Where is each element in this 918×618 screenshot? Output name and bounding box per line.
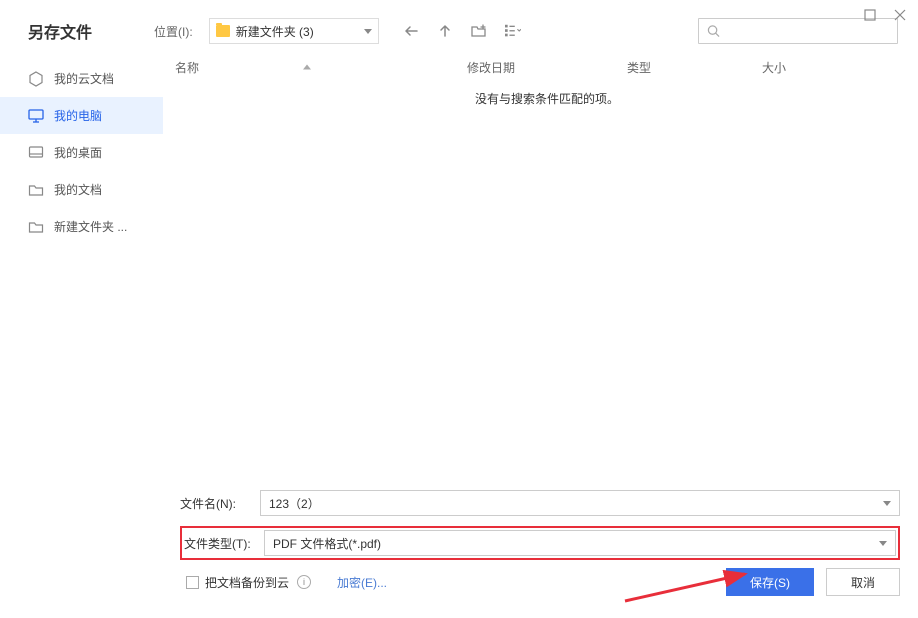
- view-options-button[interactable]: [505, 23, 521, 39]
- sort-indicator-icon: [303, 65, 311, 70]
- column-date[interactable]: 修改日期: [463, 59, 623, 76]
- info-icon[interactable]: i: [297, 575, 311, 589]
- empty-message: 没有与搜索条件匹配的项。: [475, 82, 918, 107]
- filename-dropdown[interactable]: 123（2）: [260, 490, 900, 516]
- encrypt-link[interactable]: 加密(E)...: [337, 574, 387, 591]
- location-dropdown[interactable]: 新建文件夹 (3): [209, 18, 379, 44]
- columns-header: 名称 修改日期 类型 大小: [163, 52, 918, 82]
- filetype-highlight: 文件类型(T): PDF 文件格式(*.pdf): [180, 526, 900, 560]
- sidebar-item-label: 新建文件夹 ...: [54, 218, 127, 235]
- sidebar-item-label: 我的桌面: [54, 144, 102, 161]
- location-value: 新建文件夹 (3): [236, 23, 358, 40]
- folder-icon: [216, 25, 230, 37]
- up-button[interactable]: [437, 23, 453, 39]
- new-folder-button[interactable]: [471, 23, 487, 39]
- checkbox-icon: [186, 576, 199, 589]
- monitor-icon: [28, 108, 44, 124]
- sidebar: 我的云文档 我的电脑 我的桌面 我的文档 新建文件夹 ...: [0, 52, 163, 490]
- sidebar-item-label: 我的电脑: [54, 107, 102, 124]
- cloud-icon: [28, 71, 44, 87]
- close-button[interactable]: [894, 8, 906, 24]
- filename-value: 123（2）: [269, 495, 320, 512]
- back-button[interactable]: [403, 23, 419, 39]
- backup-checkbox[interactable]: 把文档备份到云: [186, 574, 289, 591]
- filetype-value: PDF 文件格式(*.pdf): [273, 535, 381, 552]
- column-size[interactable]: 大小: [758, 59, 786, 76]
- column-type[interactable]: 类型: [623, 59, 758, 76]
- chevron-down-icon: [364, 29, 372, 34]
- dialog-title: 另存文件: [28, 19, 92, 43]
- save-button[interactable]: 保存(S): [726, 568, 814, 596]
- folder-icon: [28, 182, 44, 198]
- chevron-down-icon: [883, 501, 891, 506]
- sidebar-item-desktop[interactable]: 我的桌面: [0, 134, 163, 171]
- sidebar-item-my-computer[interactable]: 我的电脑: [0, 97, 163, 134]
- sidebar-item-label: 我的云文档: [54, 70, 114, 87]
- filetype-label: 文件类型(T):: [184, 535, 264, 552]
- location-label: 位置(I):: [154, 23, 193, 40]
- sidebar-item-documents[interactable]: 我的文档: [0, 171, 163, 208]
- cancel-button[interactable]: 取消: [826, 568, 900, 596]
- chevron-down-icon: [879, 541, 887, 546]
- backup-label: 把文档备份到云: [205, 574, 289, 591]
- filetype-dropdown[interactable]: PDF 文件格式(*.pdf): [264, 530, 896, 556]
- sidebar-item-label: 我的文档: [54, 181, 102, 198]
- maximize-button[interactable]: [864, 8, 876, 24]
- folder-icon: [28, 219, 44, 235]
- desktop-icon: [28, 145, 44, 161]
- search-icon: [707, 24, 720, 38]
- sidebar-item-new-folder[interactable]: 新建文件夹 ...: [0, 208, 163, 245]
- search-input[interactable]: [720, 24, 889, 38]
- sidebar-item-cloud-docs[interactable]: 我的云文档: [0, 60, 163, 97]
- filename-label: 文件名(N):: [180, 495, 260, 512]
- column-name[interactable]: 名称: [163, 59, 463, 76]
